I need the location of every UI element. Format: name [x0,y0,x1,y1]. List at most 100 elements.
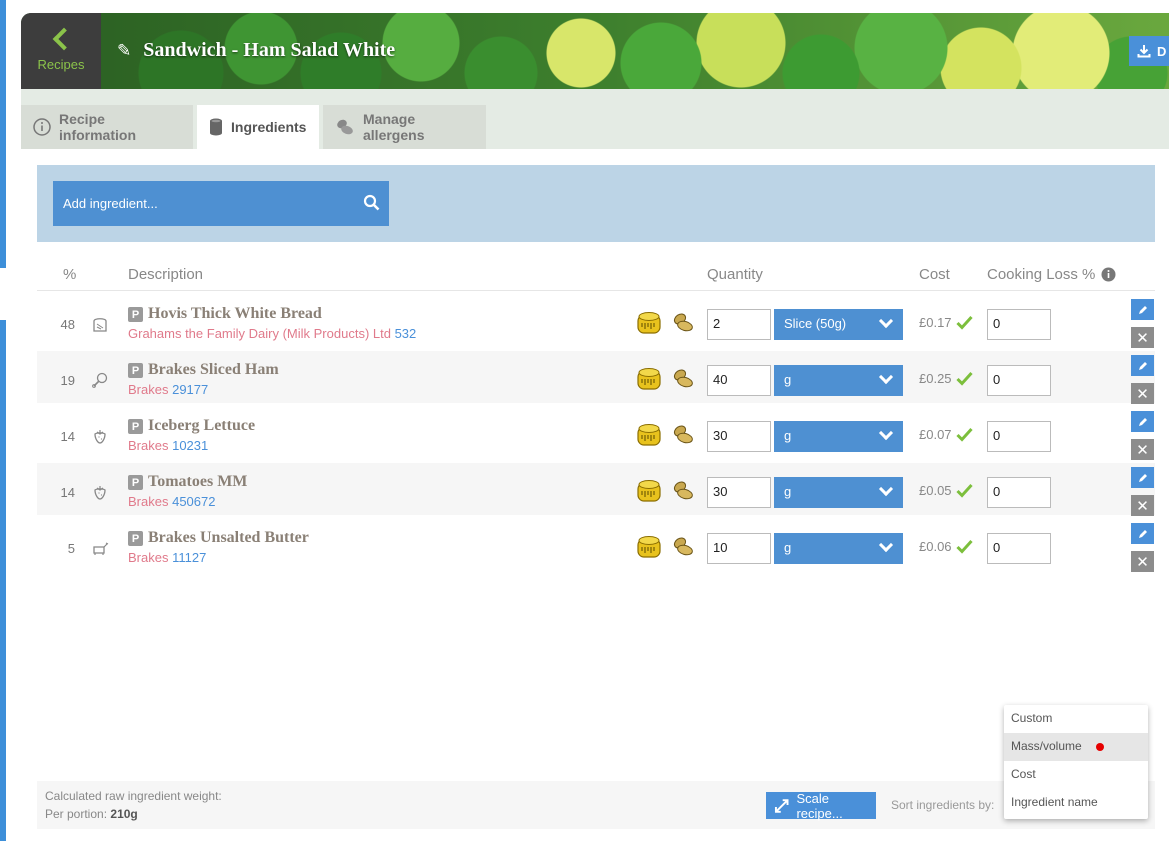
remove-ingredient-button[interactable]: ✕ [1131,383,1154,404]
tab-ingredients[interactable]: Ingredients [197,105,319,149]
unit-select[interactable]: g [774,533,903,564]
column-header-cost: Cost [919,266,950,283]
chevron-down-icon [878,481,894,497]
ingredients-can-icon [209,118,223,136]
download-button[interactable]: D [1129,36,1169,66]
chevron-down-icon [878,425,894,441]
measuring-tape-icon[interactable] [637,367,663,395]
unit-select[interactable]: g [774,477,903,508]
ingredient-cost: £0.06 [919,539,973,554]
remove-ingredient-button[interactable]: ✕ [1131,495,1154,516]
unit-select[interactable]: g [774,421,903,452]
search-icon[interactable] [363,194,381,212]
cooking-loss-input[interactable]: 0 [987,365,1051,396]
unit-select-value: g [784,428,792,443]
back-to-recipes-button[interactable]: Recipes [21,13,101,89]
ingredient-cost: £0.25 [919,371,973,386]
ingredient-supplier: Brakes 10231 [128,438,208,453]
close-icon: ✕ [1136,440,1149,459]
remove-ingredient-button[interactable]: ✕ [1131,439,1154,460]
edit-ingredient-button[interactable] [1131,299,1154,320]
recipe-title-area[interactable]: ✎ Sandwich - Ham Salad White [117,39,395,62]
sort-option-mass-volume[interactable]: Mass/volume [1004,733,1148,761]
allergen-nuts-icon[interactable] [670,367,696,395]
header-divider [37,290,1155,291]
info-icon [33,118,51,136]
allergen-nuts-icon[interactable] [670,535,696,563]
ingredient-name[interactable]: Brakes Unsalted Butter [148,529,309,547]
ingredient-name[interactable]: Iceberg Lettuce [148,417,255,435]
cooking-loss-input[interactable]: 0 [987,309,1051,340]
unit-select-value: g [784,540,792,555]
supplier-code: 29177 [172,382,209,397]
quantity-input[interactable]: 30 [707,421,771,452]
cost-value: £0.06 [919,539,952,554]
edit-ingredient-button[interactable] [1131,355,1154,376]
allergen-nuts-icon[interactable] [670,423,696,451]
quantity-input[interactable]: 2 [707,309,771,340]
column-header-cooking-loss: Cooking Loss % [987,266,1116,283]
recipe-header-banner: Recipes ✎ Sandwich - Ham Salad White D [21,13,1169,89]
download-icon [1137,45,1151,58]
unit-select[interactable]: g [774,365,903,396]
quantity-input[interactable]: 10 [707,533,771,564]
cooking-loss-input[interactable]: 0 [987,477,1051,508]
allergen-nuts-icon[interactable] [670,479,696,507]
add-ingredient-input[interactable]: Add ingredient... [53,181,389,226]
edit-ingredient-button[interactable] [1131,523,1154,544]
edit-ingredient-button[interactable] [1131,411,1154,432]
supplier-name: Brakes [128,494,169,509]
scale-recipe-button[interactable]: Scale recipe... [766,791,876,821]
info-icon[interactable] [1101,267,1116,282]
sort-option-label: Mass/volume [1011,739,1082,753]
sort-by-label: Sort ingredients by: [891,798,995,812]
unit-select-value: g [784,484,792,499]
quantity-input[interactable]: 40 [707,365,771,396]
ingredient-name[interactable]: Tomatoes MM [148,473,247,491]
tab-label: Ingredients [231,119,307,135]
pencil-icon [1138,417,1147,426]
measuring-tape-icon[interactable] [637,423,663,451]
quantity-input[interactable]: 30 [707,477,771,508]
measuring-tape-icon[interactable] [637,479,663,507]
measuring-tape-icon[interactable] [637,535,663,563]
supplier-name: Brakes [128,550,169,565]
unit-select[interactable]: Slice (50g) [774,309,903,340]
chevron-down-icon [878,369,894,385]
table-row: 14 P Tomatoes MM Brakes 450672 30 g £0.0… [37,463,1155,516]
product-badge: P [128,419,143,434]
cost-value: £0.17 [919,315,952,330]
tab-recipe-information[interactable]: Recipe information [21,105,193,149]
check-icon [955,427,973,442]
tab-label: Manage allergens [363,111,425,143]
sort-option-label: Ingredient name [1011,795,1098,809]
strawberry-icon [91,427,109,449]
tab-manage-allergens[interactable]: Manage allergens [323,105,486,149]
sort-option-custom[interactable]: Custom [1004,705,1148,733]
selected-indicator-dot [1096,743,1104,751]
allergen-nuts-icon[interactable] [670,311,696,339]
ingredient-percent: 14 [60,485,75,500]
sort-option-cost[interactable]: Cost [1004,761,1148,789]
ingredient-name[interactable]: Hovis Thick White Bread [148,305,322,323]
remove-ingredient-button[interactable]: ✕ [1131,327,1154,348]
ingredient-supplier: Brakes 29177 [128,382,208,397]
pencil-icon [1138,361,1147,370]
tab-bar: Recipe information Ingredients Manage al… [21,105,486,149]
sort-options-dropdown: Custom Mass/volume Cost Ingredient name [1004,705,1148,819]
check-icon [955,315,973,330]
pencil-icon [1138,473,1147,482]
supplier-name: Brakes [128,382,169,397]
page-title: Sandwich - Ham Salad White [143,39,396,61]
remove-ingredient-button[interactable]: ✕ [1131,551,1154,572]
close-icon: ✕ [1136,328,1149,347]
ingredient-percent: 14 [60,429,75,444]
sort-option-ingredient-name[interactable]: Ingredient name [1004,789,1148,817]
cooking-loss-input[interactable]: 0 [987,533,1051,564]
cooking-loss-input[interactable]: 0 [987,421,1051,452]
ingredient-name[interactable]: Brakes Sliced Ham [148,361,279,379]
tab-label: Recipe information [59,111,136,143]
add-ingredient-placeholder: Add ingredient... [63,196,158,211]
measuring-tape-icon[interactable] [637,311,663,339]
edit-ingredient-button[interactable] [1131,467,1154,488]
